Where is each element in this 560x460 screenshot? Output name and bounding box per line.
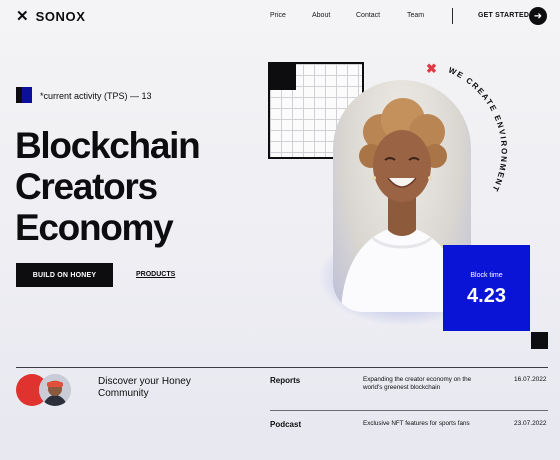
hero-headline: Blockchain Creators Economy (15, 125, 275, 248)
block-time-card: Block time 4.23 (443, 245, 530, 331)
grid-corner-square (268, 62, 296, 90)
nav-link-about[interactable]: About (312, 12, 330, 19)
headline-line-3: Economy (15, 207, 174, 248)
nav-link-team[interactable]: Team (407, 12, 424, 19)
headline-line-2: Creators (15, 166, 158, 207)
news-divider (270, 410, 548, 411)
headline-line-1: Blockchain (15, 125, 201, 166)
black-square-decoration (531, 332, 548, 349)
red-x-icon: ✖ (426, 61, 437, 76)
news-date: 16.07.2022 (514, 376, 547, 383)
news-description: Expanding the creator economy on the wor… (363, 376, 472, 391)
news-description: Exclusive NFT features for sports fans (363, 420, 470, 427)
nav-link-contact[interactable]: Contact (356, 12, 380, 19)
circular-text: WE CREATE ENVIRONMENT (447, 65, 507, 193)
products-link[interactable]: PRODUCTS (136, 271, 175, 278)
get-started-link[interactable]: GET STARTED (478, 12, 529, 19)
news-title-reports[interactable]: Reports (270, 376, 300, 385)
nav-divider (452, 8, 453, 24)
nav-link-price[interactable]: Price (270, 12, 286, 19)
news-date: 23.07.2022 (514, 420, 547, 427)
x-icon: ✕ (16, 8, 29, 25)
svg-text:WE CREATE ENVIRONMENT: WE CREATE ENVIRONMENT (447, 65, 508, 193)
activity-icon (16, 87, 32, 103)
build-on-honey-button[interactable]: BUILD ON HONEY (16, 263, 113, 287)
current-activity-text: *current activity (TPS) — 13 (40, 91, 152, 101)
block-time-label: Block time (470, 272, 503, 279)
logo-text: SONOX (35, 9, 86, 24)
avatar (39, 374, 71, 406)
block-time-value: 4.23 (467, 285, 506, 307)
logo[interactable]: ✕ SONOX (16, 9, 86, 24)
section-divider (16, 367, 548, 368)
community-title[interactable]: Discover your Honey Community (98, 376, 228, 400)
news-title-podcast[interactable]: Podcast (270, 420, 301, 429)
arrow-right-icon[interactable]: ➜ (529, 7, 547, 25)
circular-text-badge: WE CREATE ENVIRONMENT (447, 65, 508, 193)
